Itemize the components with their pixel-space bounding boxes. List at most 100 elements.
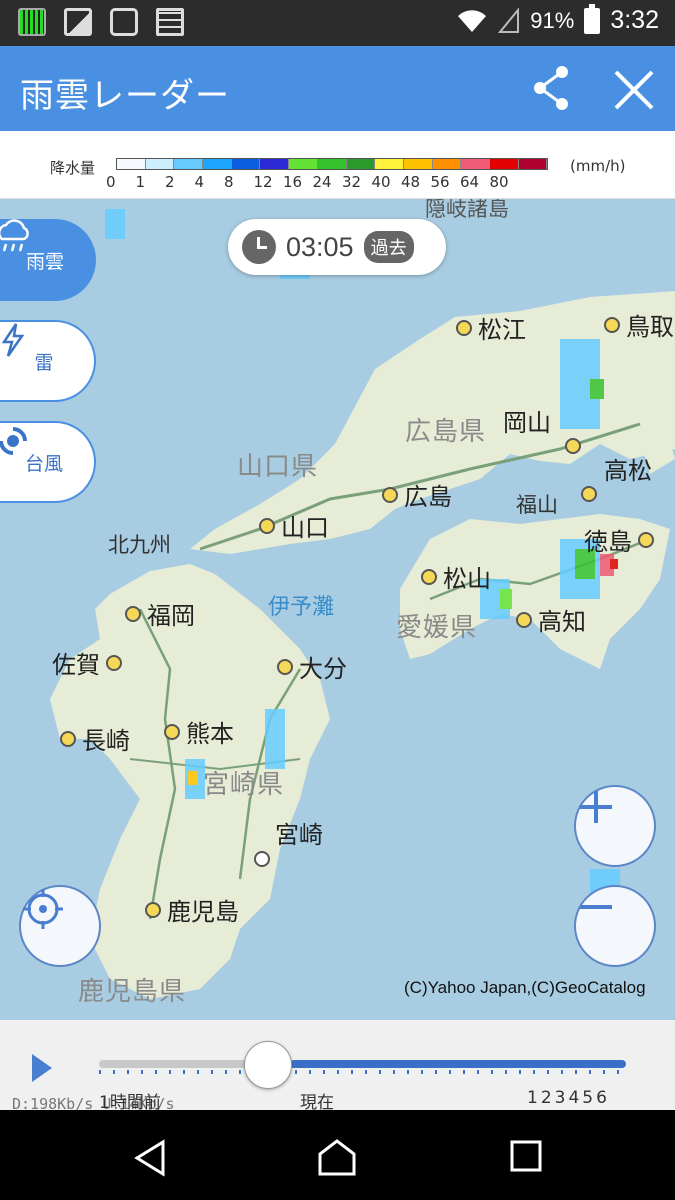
lightning-icon: [1, 323, 25, 357]
slider-knob[interactable]: [243, 1041, 292, 1089]
battery-percent: 91%: [530, 7, 575, 33]
legend-tick: 64: [460, 173, 480, 191]
recents-icon: [510, 1140, 542, 1172]
legend-tick: 48: [401, 173, 421, 191]
page-title: 雨雲レーダー: [20, 76, 230, 116]
city-takamatsu[interactable]: 高松: [604, 451, 652, 486]
rain-cloud-icon: [0, 219, 29, 252]
legend-tick: 32: [342, 173, 362, 191]
slider-track-past[interactable]: [99, 1060, 267, 1068]
legend-color-scale: [116, 158, 549, 170]
city-fukuoka[interactable]: 福岡: [125, 596, 195, 631]
legend-swatch: [117, 159, 146, 169]
minus-icon: [580, 905, 612, 909]
legend-swatch: [375, 159, 404, 169]
legend-swatch: [289, 159, 318, 169]
clock-time: 3:32: [610, 6, 659, 34]
legend-swatch: [174, 159, 204, 169]
time-slider-panel: D:198Kb/s U:14Kb/s 1時間前 現在 123456: [0, 1020, 675, 1113]
close-button[interactable]: [608, 64, 660, 116]
legend-tick: 8: [224, 173, 234, 191]
close-icon: [614, 70, 654, 110]
legend-tick: 56: [430, 173, 450, 191]
label-fukuyama: 福山: [516, 493, 558, 517]
legend-tick: 16: [283, 173, 303, 191]
sea-iyonada: 伊予灘: [268, 595, 335, 620]
footprint-app-icon: [110, 8, 138, 36]
slider-track-future[interactable]: [290, 1060, 626, 1068]
back-button[interactable]: [131, 1138, 171, 1182]
back-icon: [134, 1139, 165, 1177]
home-icon: [318, 1139, 356, 1176]
city-nagasaki[interactable]: 長崎: [60, 721, 130, 756]
legend-label: 降水量: [50, 159, 96, 177]
share-icon: [534, 66, 568, 110]
wifi-icon: [458, 9, 487, 32]
label-kitakyushu: 北九州: [108, 533, 171, 557]
legend-tick: 0: [106, 173, 116, 191]
zoom-out-button[interactable]: [574, 885, 656, 967]
radar-map[interactable]: 03:05 過去 雨雲 雷 台風 隠岐諸島 北九州 福山 広島県 山口県 愛媛県…: [0, 199, 675, 1020]
city-takamatsu-dot: [581, 486, 597, 502]
slider-ticks: [99, 1070, 626, 1074]
city-oita[interactable]: 大分: [277, 649, 347, 684]
network-meter-icon: [18, 8, 46, 36]
pref-yamaguchi: 山口県: [237, 452, 319, 482]
timestamp-pill[interactable]: 03:05 過去: [228, 219, 446, 275]
radar-time: 03:05: [286, 231, 354, 262]
legend-swatch: [346, 159, 376, 169]
pref-ehime: 愛媛県: [396, 613, 478, 643]
zoom-in-button[interactable]: [574, 785, 656, 867]
legend-tick: 24: [312, 173, 332, 191]
city-matsue[interactable]: 松江: [456, 310, 526, 345]
city-matsuyama[interactable]: 松山: [421, 559, 491, 594]
legend-unit: (mm/h): [570, 157, 626, 175]
city-miyazaki[interactable]: 宮崎: [275, 815, 323, 850]
battery-icon: [584, 3, 601, 34]
slider-label-future: 123456: [527, 1088, 610, 1108]
city-saga[interactable]: 佐賀: [52, 645, 122, 680]
legend-tick: 2: [165, 173, 175, 191]
system-nav-bar: [0, 1110, 675, 1200]
legend-swatch: [231, 159, 261, 169]
signal-icon: [498, 7, 520, 33]
city-kumamoto[interactable]: 熊本: [164, 714, 234, 749]
share-button[interactable]: [528, 64, 576, 112]
status-right: 91% 3:32: [456, 3, 659, 35]
crosshair-icon: [23, 889, 63, 929]
city-kochi[interactable]: 高知: [516, 602, 586, 637]
home-button[interactable]: [316, 1138, 358, 1182]
legend-tick: 1: [135, 173, 146, 191]
legend-swatch: [203, 159, 232, 169]
pref-miyazaki: 宮崎県: [203, 770, 285, 800]
recents-button[interactable]: [508, 1138, 544, 1178]
city-kagoshima[interactable]: 鹿児島: [145, 892, 239, 927]
city-okayama-dot: [565, 438, 581, 454]
city-yamaguchi[interactable]: 山口: [259, 508, 329, 543]
play-icon[interactable]: [32, 1054, 52, 1082]
pref-kagoshima: 鹿児島県: [78, 977, 187, 1007]
legend-tick: 40: [371, 173, 391, 191]
mode-rain-button[interactable]: 雨雲: [0, 219, 96, 301]
mode-lightning-button[interactable]: 雷: [0, 320, 96, 402]
legend-swatch: [403, 159, 433, 169]
app-bar: 雨雲レーダー: [0, 46, 675, 131]
legend-swatch: [145, 159, 175, 169]
city-miyazaki-dot: [254, 851, 270, 867]
legend-swatch: [489, 159, 519, 169]
legend-tick: 12: [253, 173, 273, 191]
legend-swatch: [317, 159, 347, 169]
status-bar: 91% 3:32: [0, 0, 675, 46]
city-hiroshima[interactable]: 広島: [382, 477, 452, 512]
map-copyright: (C)Yahoo Japan,(C)GeoCatalog: [404, 978, 646, 997]
city-tottori[interactable]: 鳥取: [604, 307, 674, 342]
city-okayama[interactable]: 岡山: [503, 403, 551, 438]
city-tokushima[interactable]: 徳島: [584, 522, 654, 557]
locate-me-button[interactable]: [19, 885, 101, 967]
past-badge: 過去: [363, 231, 414, 263]
legend-swatch: [260, 159, 290, 169]
image-icon: [64, 8, 92, 36]
mode-typhoon-button[interactable]: 台風: [0, 421, 96, 503]
plus-icon: [580, 791, 612, 823]
legend-tick: 80: [489, 173, 509, 191]
